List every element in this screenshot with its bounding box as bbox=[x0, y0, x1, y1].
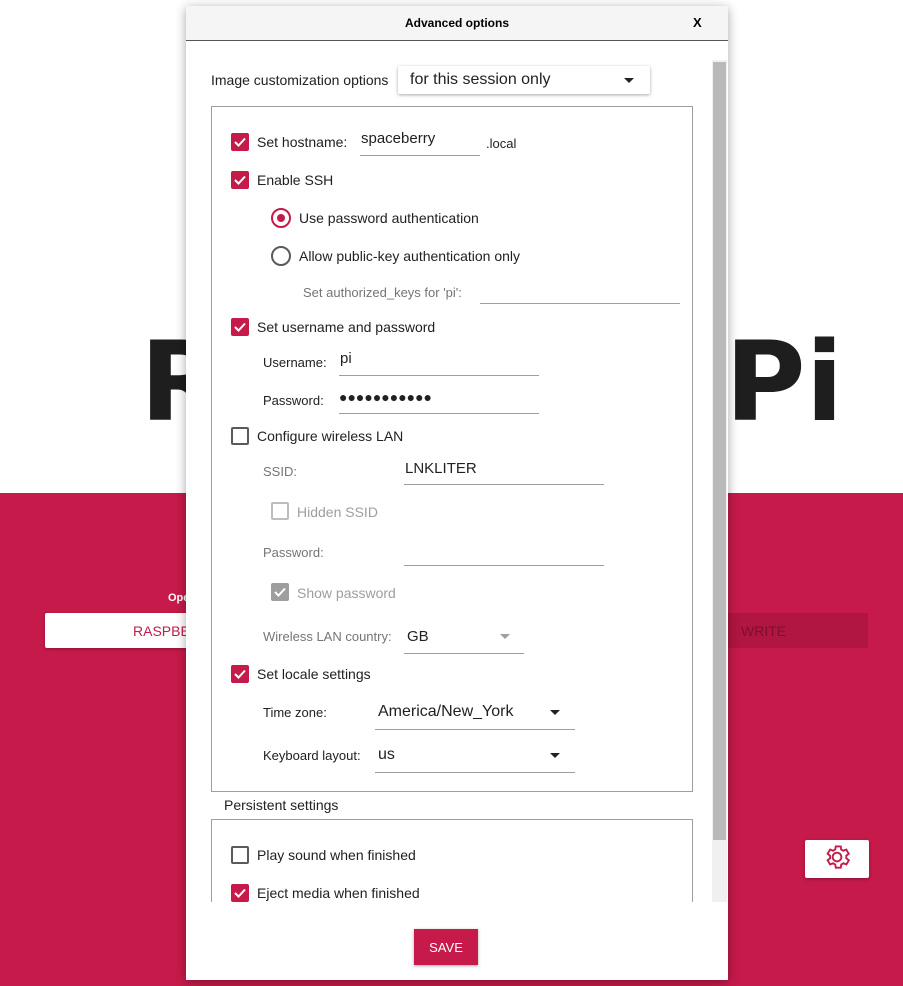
locale-label: Set locale settings bbox=[257, 666, 371, 682]
hidden-ssid-label: Hidden SSID bbox=[297, 504, 378, 520]
wifi-country-value: GB bbox=[407, 628, 429, 645]
chevron-down-icon bbox=[624, 78, 634, 83]
ssid-value: LNKLITER bbox=[405, 460, 477, 477]
ssh-label: Enable SSH bbox=[257, 172, 334, 188]
wifi-country-label: Wireless LAN country: bbox=[263, 629, 392, 644]
chevron-down-icon bbox=[550, 753, 560, 758]
write-button[interactable]: WRITE bbox=[718, 613, 868, 648]
timezone-select[interactable]: America/New_York bbox=[375, 696, 575, 730]
locale-checkbox[interactable] bbox=[231, 665, 249, 683]
hostname-value: spaceberry bbox=[361, 130, 436, 147]
wifi-password-input[interactable] bbox=[404, 541, 604, 566]
close-button[interactable]: X bbox=[693, 15, 702, 30]
keyboard-value: us bbox=[378, 746, 395, 763]
advanced-options-dialog: Advanced options X Image customization o… bbox=[186, 6, 728, 980]
save-label: SAVE bbox=[429, 940, 463, 955]
hidden-ssid-checkbox[interactable] bbox=[271, 502, 289, 520]
save-button[interactable]: SAVE bbox=[414, 929, 478, 965]
play-sound-label: Play sound when finished bbox=[257, 847, 416, 863]
timezone-value: America/New_York bbox=[378, 703, 514, 720]
choose-os-button[interactable]: RASPBE bbox=[45, 613, 205, 648]
password-auth-label: Use password authentication bbox=[299, 210, 479, 226]
dialog-header: Advanced options X bbox=[186, 6, 728, 41]
customization-select[interactable]: for this session only bbox=[398, 66, 650, 94]
pubkey-auth-radio[interactable] bbox=[271, 246, 291, 266]
hostname-checkbox[interactable] bbox=[231, 133, 249, 151]
password-label: Password: bbox=[263, 393, 324, 408]
dialog-title: Advanced options bbox=[404, 16, 509, 30]
write-label: WRITE bbox=[741, 623, 787, 639]
customization-label: Image customization options bbox=[211, 72, 389, 88]
hostname-input[interactable]: spaceberry bbox=[360, 128, 480, 156]
wifi-checkbox[interactable] bbox=[231, 427, 249, 445]
eject-media-checkbox[interactable] bbox=[231, 884, 249, 902]
username-label: Username: bbox=[263, 355, 327, 370]
wifi-country-select[interactable]: GB bbox=[404, 622, 524, 654]
keyboard-select[interactable]: us bbox=[375, 739, 575, 773]
wifi-label: Configure wireless LAN bbox=[257, 428, 404, 444]
show-password-label: Show password bbox=[297, 585, 396, 601]
gear-icon bbox=[822, 842, 852, 877]
hostname-label: Set hostname: bbox=[257, 134, 348, 150]
wifi-password-label: Password: bbox=[263, 545, 324, 560]
chevron-down-icon bbox=[500, 634, 510, 639]
app-title-right: Pi bbox=[725, 318, 844, 446]
authorized-keys-input[interactable] bbox=[480, 283, 680, 304]
eject-media-label: Eject media when finished bbox=[257, 885, 420, 901]
hostname-suffix: .local bbox=[486, 136, 517, 151]
customization-value: for this session only bbox=[410, 71, 551, 88]
pubkey-auth-label: Allow public-key authentication only bbox=[299, 248, 521, 264]
choose-os-label: RASPBE bbox=[133, 623, 190, 639]
username-input[interactable]: pi bbox=[339, 349, 539, 376]
persistent-settings-label: Persistent settings bbox=[224, 797, 339, 813]
show-password-checkbox[interactable] bbox=[271, 583, 289, 601]
ssid-label: SSID: bbox=[263, 464, 297, 479]
keyboard-label: Keyboard layout: bbox=[263, 748, 361, 763]
username-value: pi bbox=[340, 350, 352, 367]
ssh-checkbox[interactable] bbox=[231, 171, 249, 189]
user-label: Set username and password bbox=[257, 319, 436, 335]
ssid-input[interactable]: LNKLITER bbox=[404, 458, 604, 485]
password-input[interactable]: ●●●●●●●●●●● bbox=[339, 387, 539, 414]
password-auth-radio[interactable] bbox=[271, 208, 291, 228]
user-checkbox[interactable] bbox=[231, 318, 249, 336]
play-sound-checkbox[interactable] bbox=[231, 846, 249, 864]
timezone-label: Time zone: bbox=[263, 705, 327, 720]
authorized-keys-label: Set authorized_keys for 'pi': bbox=[303, 285, 462, 300]
chevron-down-icon bbox=[550, 710, 560, 715]
scrollbar-thumb[interactable] bbox=[713, 62, 726, 840]
password-value: ●●●●●●●●●●● bbox=[339, 389, 433, 405]
settings-button[interactable] bbox=[805, 840, 869, 878]
